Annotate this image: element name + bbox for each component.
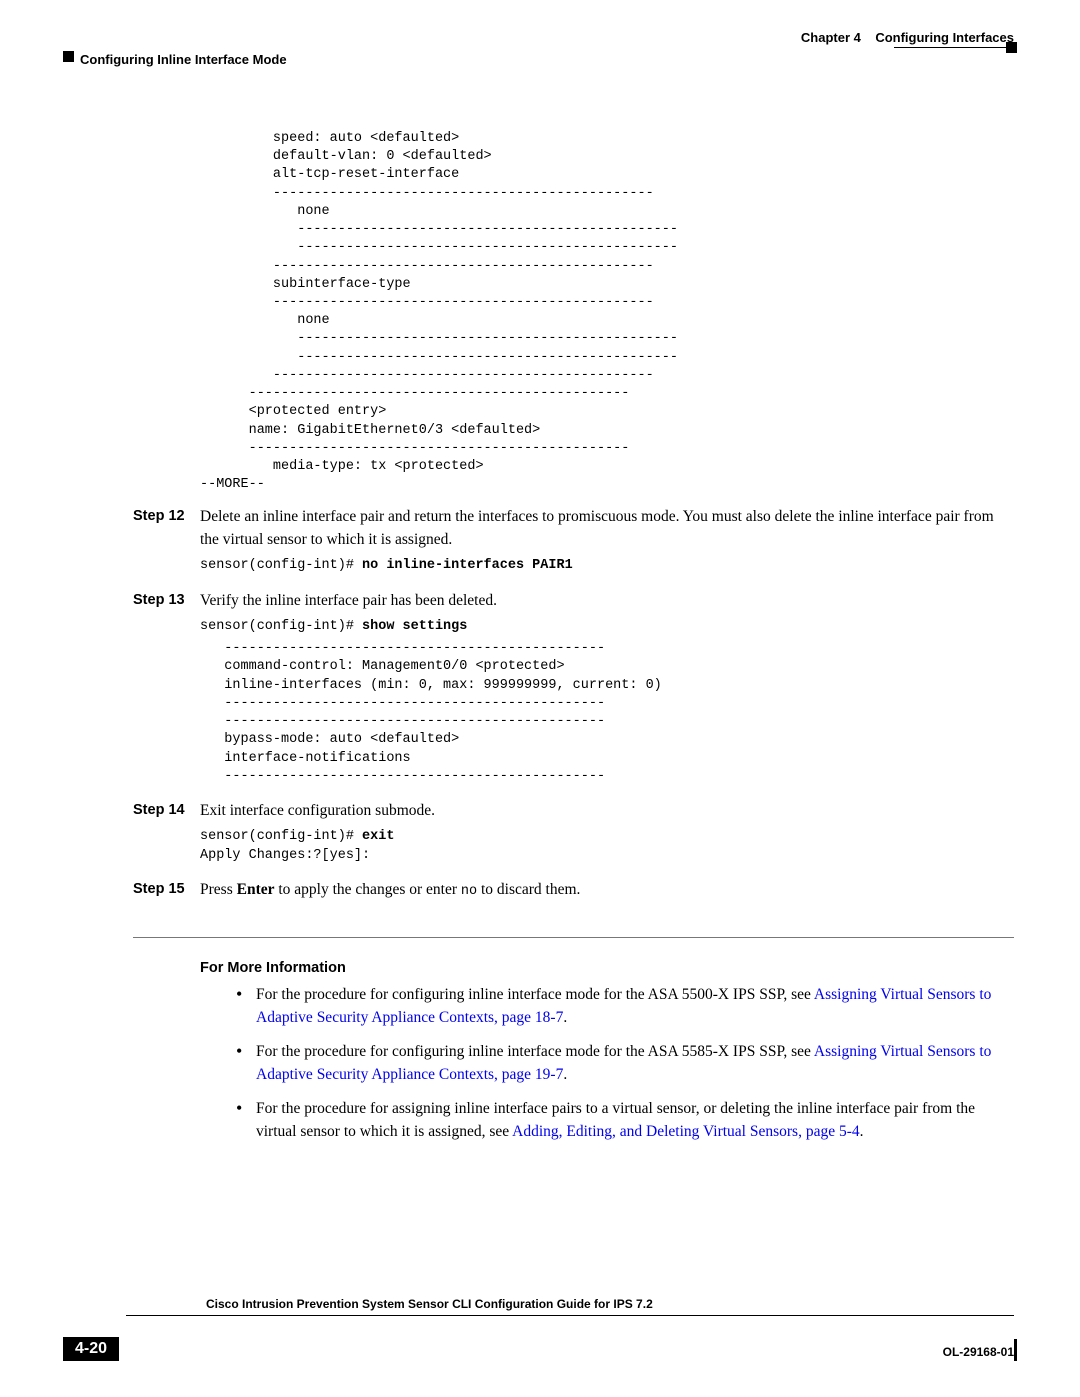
cmd-prefix: sensor(config-int)# <box>200 829 362 844</box>
li-tail: . <box>860 1123 864 1140</box>
chapter-label: Chapter 4 <box>801 30 861 45</box>
xref-link[interactable]: Adding, Editing, and Deleting Virtual Se… <box>512 1123 859 1140</box>
t2: Enter <box>237 881 275 898</box>
step-text: Exit interface configuration submode. <box>200 800 1014 822</box>
step-14: Step 14 Exit interface configuration sub… <box>66 800 1014 867</box>
step-14-output: Apply Changes:?[yes]: <box>200 848 370 863</box>
cmd-bold: show settings <box>362 619 467 634</box>
section-separator <box>133 937 1014 938</box>
li-text: For the procedure for configuring inline… <box>256 1043 814 1060</box>
step-12-command: sensor(config-int)# no inline-interfaces… <box>200 557 1014 575</box>
for-more-info-list: For the procedure for configuring inline… <box>236 984 1014 1143</box>
t1: Press <box>200 881 237 898</box>
t4: no <box>461 884 477 899</box>
header-chapter: Chapter 4 Configuring Interfaces <box>801 30 1014 45</box>
list-item: For the procedure for configuring inline… <box>236 984 1014 1029</box>
footer-doc-title: Cisco Intrusion Prevention System Sensor… <box>206 1297 653 1311</box>
step-text: Press Enter to apply the changes or ente… <box>200 879 1014 902</box>
step-14-command: sensor(config-int)# exit Apply Changes:?… <box>200 828 1014 864</box>
section-title: Configuring Inline Interface Mode <box>80 52 287 67</box>
li-tail: . <box>563 1009 567 1026</box>
page-number-badge: 4-20 <box>63 1337 119 1361</box>
step-12: Step 12 Delete an inline interface pair … <box>66 506 1014 577</box>
footer-doc-id: OL-29168-01 <box>943 1345 1014 1359</box>
t3: to apply the changes or enter <box>275 881 461 898</box>
page-header: Chapter 4 Configuring Interfaces Configu… <box>66 30 1014 70</box>
step-label: Step 15 <box>133 879 200 908</box>
chapter-title: Configuring Interfaces <box>875 30 1014 45</box>
step-text: Verify the inline interface pair has bee… <box>200 590 1014 612</box>
header-marker-left <box>63 51 74 62</box>
page-footer: Cisco Intrusion Prevention System Sensor… <box>66 1315 1014 1361</box>
header-rule <box>894 47 1014 48</box>
step-15: Step 15 Press Enter to apply the changes… <box>66 879 1014 908</box>
page: Chapter 4 Configuring Interfaces Configu… <box>0 0 1080 1397</box>
step-text: Delete an inline interface pair and retu… <box>200 506 1014 551</box>
step-13-output: ----------------------------------------… <box>200 640 1014 786</box>
step-label: Step 14 <box>133 800 200 867</box>
footer-marker-right <box>1014 1339 1017 1361</box>
list-item: For the procedure for assigning inline i… <box>236 1098 1014 1143</box>
step-label: Step 12 <box>133 506 200 577</box>
list-item: For the procedure for configuring inline… <box>236 1041 1014 1086</box>
li-tail: . <box>563 1066 567 1083</box>
step-13: Step 13 Verify the inline interface pair… <box>66 590 1014 788</box>
for-more-info-heading: For More Information <box>200 960 1014 976</box>
step-label: Step 13 <box>133 590 200 788</box>
cmd-bold: exit <box>362 829 394 844</box>
footer-rule <box>126 1315 1014 1316</box>
cmd-bold: no inline-interfaces PAIR1 <box>362 558 573 573</box>
li-text: For the procedure for configuring inline… <box>256 986 814 1003</box>
cli-output-top: speed: auto <defaulted> default-vlan: 0 … <box>200 130 1014 494</box>
cmd-prefix: sensor(config-int)# <box>200 558 362 573</box>
page-content: speed: auto <defaulted> default-vlan: 0 … <box>66 70 1014 1143</box>
step-13-command: sensor(config-int)# show settings <box>200 618 1014 636</box>
t5: to discard them. <box>477 881 580 898</box>
cmd-prefix: sensor(config-int)# <box>200 619 362 634</box>
